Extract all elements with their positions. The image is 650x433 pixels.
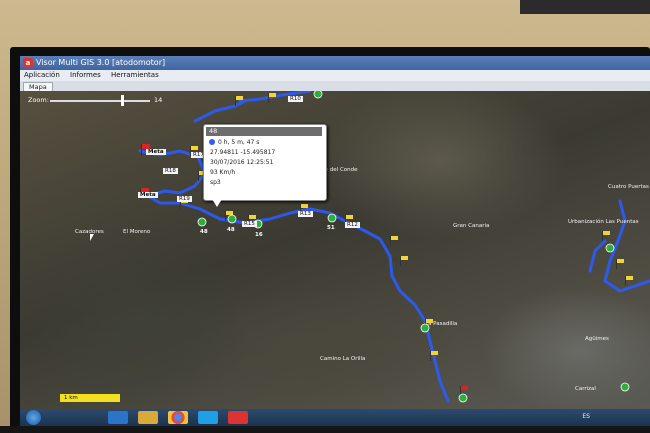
pin-marker[interactable] (605, 243, 615, 253)
pin-marker[interactable] (327, 213, 337, 223)
pin-marker[interactable] (458, 393, 468, 403)
marker-layer (140, 91, 633, 403)
info-popup[interactable]: 48 0 h, 5 m, 47 s 27.94811 -15.495817 30… (203, 124, 327, 201)
menu-herramientas[interactable]: Herramientas (111, 71, 159, 79)
pin-marker[interactable] (420, 323, 430, 333)
marker-48b[interactable]: 48 (227, 227, 235, 233)
popup-coordinates: 27.94811 -15.495817 (210, 149, 276, 156)
pin-marker[interactable] (227, 214, 237, 224)
popup-sensor: sp3 (210, 179, 221, 186)
flag-marker[interactable] (625, 276, 633, 286)
flag-marker[interactable] (602, 231, 610, 241)
system-tray[interactable]: ES (582, 413, 590, 420)
taskbar-ie-icon[interactable] (108, 411, 128, 424)
tab-bar: Mapa (20, 81, 650, 92)
taskbar-app-icon[interactable] (228, 411, 248, 424)
flag-marker[interactable] (430, 351, 438, 361)
taskbar: ES (20, 409, 650, 426)
marker-meta-2[interactable]: Meta (138, 192, 158, 198)
popup-datetime: 30/07/2016 12:25:51 (210, 159, 274, 166)
popup-tail (212, 199, 222, 207)
start-button[interactable] (26, 410, 41, 425)
monitor-bottom-bezel (0, 426, 650, 433)
pin-marker[interactable] (313, 91, 323, 99)
popup-header: 48 (206, 127, 322, 136)
flag-marker[interactable] (400, 256, 408, 266)
pin-marker[interactable] (197, 217, 207, 227)
flag-marker[interactable] (268, 93, 276, 103)
screen: a Visor Multi GIS 3.0 [atodomotor] Aplic… (20, 56, 650, 426)
clock-icon (209, 139, 215, 145)
flag-marker[interactable] (235, 96, 243, 106)
marker-r15[interactable]: R15 (242, 221, 257, 227)
marker-r19[interactable]: R19 (177, 196, 192, 202)
marker-51[interactable]: 51 (327, 225, 335, 231)
marker-r13[interactable]: R13 (298, 211, 313, 217)
window-titlebar[interactable]: a Visor Multi GIS 3.0 [atodomotor] (20, 56, 650, 70)
wall-sign (520, 0, 650, 14)
pin-marker[interactable] (620, 382, 630, 392)
flag-marker[interactable] (390, 236, 398, 246)
marker-16[interactable]: 16 (255, 232, 263, 238)
marker-meta-1[interactable]: Meta (146, 149, 166, 155)
map-view[interactable]: Zoom: 14 Lomo del Conde Cazadores El Mor… (20, 91, 650, 409)
marker-r12[interactable]: R12 (345, 222, 360, 228)
taskbar-skype-icon[interactable] (198, 411, 218, 424)
app-icon: a (23, 58, 33, 68)
marker-r10[interactable]: R10 (288, 96, 303, 102)
window-title: Visor Multi GIS 3.0 [atodomotor] (36, 58, 166, 67)
mouse-cursor-icon (90, 234, 94, 241)
popup-elapsed-time: 0 h, 5 m, 47 s (218, 139, 260, 146)
menu-informes[interactable]: Informes (70, 71, 101, 79)
menu-aplicacion[interactable]: Aplicación (24, 71, 60, 79)
menu-bar: Aplicación Informes Herramientas (20, 70, 650, 81)
marker-r18[interactable]: R18 (163, 168, 178, 174)
taskbar-folder-icon[interactable] (138, 411, 158, 424)
flag-marker[interactable] (616, 259, 624, 269)
taskbar-chrome-icon[interactable] (168, 411, 188, 424)
popup-speed: 93 Km/h (210, 169, 236, 176)
scale-bar: 1 km (60, 394, 120, 402)
marker-48a[interactable]: 48 (200, 229, 208, 235)
